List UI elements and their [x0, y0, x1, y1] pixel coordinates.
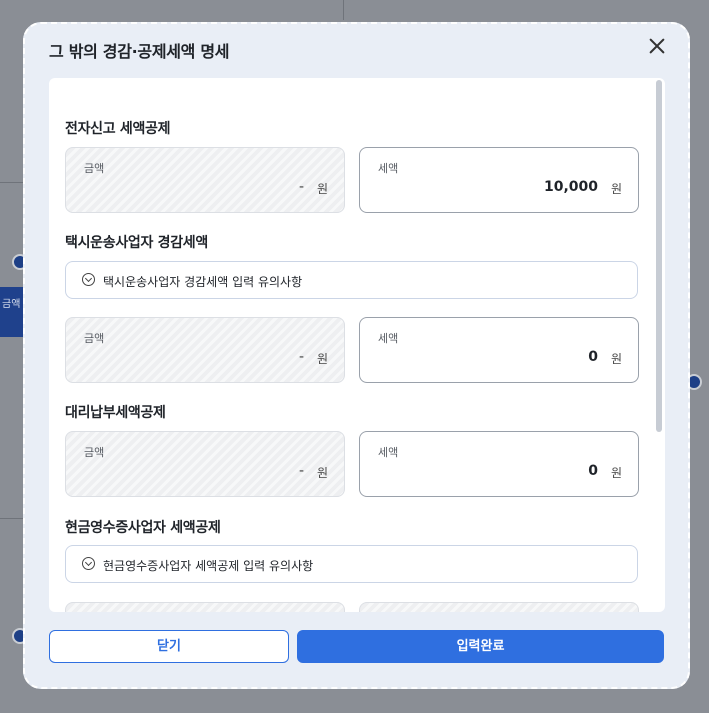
modal-scroll-content[interactable]: 전자신고 세액공제 금액 - 원 세액 10,000 원 택시운송사업자 경감세…	[49, 78, 665, 612]
field-value: -	[298, 463, 304, 479]
cash-receipt-notice-toggle[interactable]: 현금영수증사업자 세액공제 입력 유의사항	[65, 545, 638, 583]
section-title-cash-receipt: 현금영수증사업자 세액공제	[65, 520, 221, 536]
electronic-filing-amount-field: 금액 - 원	[65, 147, 345, 213]
modal-title: 그 밖의 경감·공제세액 명세	[49, 42, 230, 61]
section-title-proxy-payment: 대리납부세액공제	[65, 405, 166, 421]
section-title-taxi-reduction: 택시운송사업자 경감세액	[65, 235, 208, 251]
field-value: -	[298, 179, 304, 195]
field-label: 금액	[84, 332, 105, 345]
field-value[interactable]: 0	[588, 349, 598, 365]
proxy-payment-amount-field: 금액 - 원	[65, 431, 345, 497]
field-value: -	[298, 349, 304, 365]
field-label: 세액	[378, 332, 399, 345]
taxi-amount-field: 금액 - 원	[65, 317, 345, 383]
taxi-tax-field[interactable]: 세액 0 원	[359, 317, 639, 383]
background-divider	[0, 182, 24, 183]
field-value[interactable]: 0	[588, 463, 598, 479]
section-title-electronic-filing: 전자신고 세액공제	[65, 121, 171, 137]
chevron-down-circle-icon	[82, 273, 95, 286]
field-unit: 원	[610, 466, 622, 480]
electronic-filing-tax-field[interactable]: 세액 10,000 원	[359, 147, 639, 213]
field-value[interactable]: 10,000	[544, 179, 598, 195]
field-unit: 원	[316, 466, 328, 480]
field-unit: 원	[610, 182, 622, 196]
field-label: 세액	[378, 162, 399, 175]
notice-text: 택시운송사업자 경감세액 입력 유의사항	[103, 275, 303, 289]
deduction-detail-modal: 그 밖의 경감·공제세액 명세 전자신고 세액공제 금액 - 원 세액 10,0…	[23, 22, 690, 689]
proxy-payment-tax-field[interactable]: 세액 0 원	[359, 431, 639, 497]
field-unit: 원	[316, 182, 328, 196]
cash-receipt-amount-field: 금액	[65, 602, 345, 612]
field-unit: 원	[316, 352, 328, 366]
close-button[interactable]: 닫기	[49, 630, 289, 663]
background-divider	[343, 0, 344, 20]
background-divider	[0, 518, 24, 519]
field-label: 세액	[378, 446, 399, 459]
field-unit: 원	[610, 352, 622, 366]
cash-receipt-tax-field: 세액	[359, 602, 639, 612]
scrollbar-thumb[interactable]	[656, 80, 662, 432]
chevron-down-circle-icon	[82, 557, 95, 570]
submit-button[interactable]: 입력완료	[297, 630, 664, 663]
background-tab: 금액	[0, 287, 24, 337]
field-label: 금액	[84, 162, 105, 175]
notice-text: 현금영수증사업자 세액공제 입력 유의사항	[103, 559, 314, 573]
field-label: 금액	[84, 446, 105, 459]
close-icon[interactable]	[646, 35, 668, 57]
taxi-notice-toggle[interactable]: 택시운송사업자 경감세액 입력 유의사항	[65, 261, 638, 299]
